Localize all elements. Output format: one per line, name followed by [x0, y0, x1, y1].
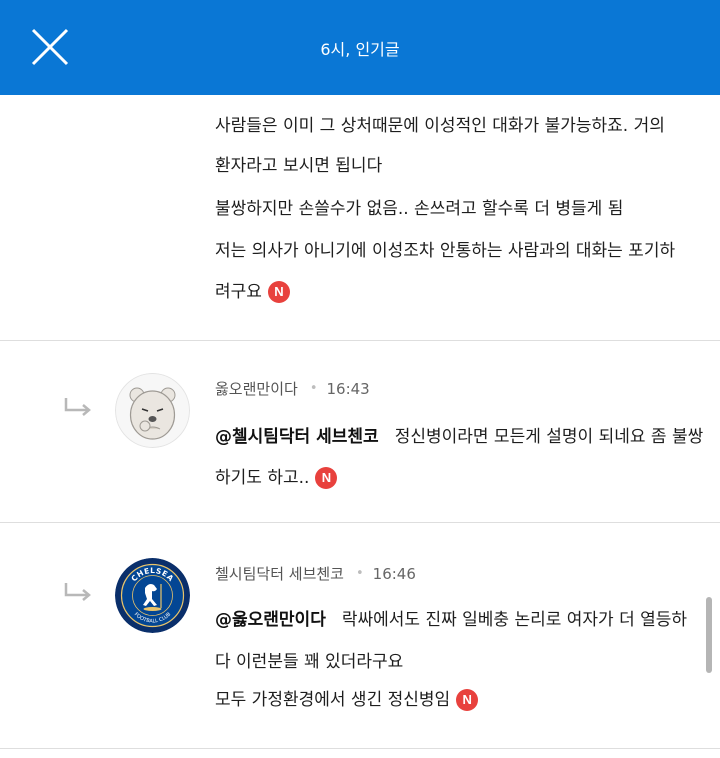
comment-text-line: 모두 가정환경에서 생긴 정신병임 N: [215, 689, 479, 711]
comment-text-line: 저는 의사가 아니기에 이성조차 안통하는 사람과의 대화는 포기하: [215, 241, 676, 261]
comment-text: 락싸에서도 진짜 일베충 논리로 여자가 더 열등하: [341, 610, 688, 630]
reply-arrow-icon: [64, 583, 91, 601]
comment-item: 사람들은 이미 그 상처때문에 이성적인 대화가 불가능하죠. 거의 환자라고 …: [0, 95, 720, 340]
avatar[interactable]: [115, 373, 190, 448]
new-badge: N: [456, 689, 479, 711]
new-badge: N: [267, 281, 290, 303]
timestamp: 16:43: [326, 380, 370, 398]
mention-link[interactable]: @첼시팀닥터 세브첸코: [215, 427, 379, 447]
chelsea-crest-icon: CHELSEA FOOTBALL CLUB: [115, 558, 190, 633]
comment-text: 정신병이라면 모든게 설명이 되네요 좀 불쌍: [394, 427, 704, 447]
new-badge: N: [315, 467, 338, 489]
author-name[interactable]: 옳오랜만이다: [215, 380, 298, 398]
reply-comment: CHELSEA FOOTBALL CLUB 첼시팀닥터 세브첸코 • 16:46 @…: [0, 523, 720, 748]
comment-text-line: 려구요 N: [215, 281, 290, 303]
comment-text-line: 불쌍하지만 손쓸수가 없음.. 손쓰려고 할수록 더 병들게 됨: [215, 199, 624, 219]
character-avatar-icon: [115, 373, 190, 448]
top-bar: 6시, 인기글: [0, 0, 720, 95]
comment-text-line: 다 이런분들 꽤 있더라구요: [215, 652, 404, 672]
comment-text-line: 사람들은 이미 그 상처때문에 이성적인 대화가 불가능하죠. 거의: [215, 116, 665, 136]
comment-meta: 첼시팀닥터 세브첸코 • 16:46: [215, 563, 416, 584]
comment-text-line: 하기도 하고.. N: [215, 467, 338, 489]
timestamp: 16:46: [372, 565, 416, 583]
comment-text-line: 환자라고 보시면 됩니다: [215, 156, 383, 176]
separator-dot: •: [309, 381, 318, 396]
mention-link[interactable]: @옳오랜만이다: [215, 610, 326, 630]
page-title: 6시, 인기글: [320, 40, 400, 59]
reply-comment: 옳오랜만이다 • 16:43 @첼시팀닥터 세브첸코 정신병이라면 모든게 설명이 되…: [0, 341, 720, 522]
scrollbar-thumb[interactable]: [706, 597, 712, 673]
separator-dot: •: [355, 566, 364, 581]
reply-arrow-icon: [64, 398, 91, 416]
avatar[interactable]: CHELSEA FOOTBALL CLUB: [115, 558, 190, 633]
comment-text-line: @옳오랜만이다 락싸에서도 진짜 일베충 논리로 여자가 더 열등하: [215, 609, 687, 631]
comment-text: 려구요: [215, 282, 262, 302]
author-name[interactable]: 첼시팀닥터 세브첸코: [215, 565, 344, 583]
comment-text: 하기도 하고..: [215, 468, 310, 488]
divider: [0, 748, 720, 749]
comment-meta: 옳오랜만이다 • 16:43: [215, 378, 370, 399]
comment-text: 모두 가정환경에서 생긴 정신병임: [215, 690, 451, 710]
comment-text-line: @첼시팀닥터 세브첸코 정신병이라면 모든게 설명이 되네요 좀 불쌍: [215, 426, 703, 448]
